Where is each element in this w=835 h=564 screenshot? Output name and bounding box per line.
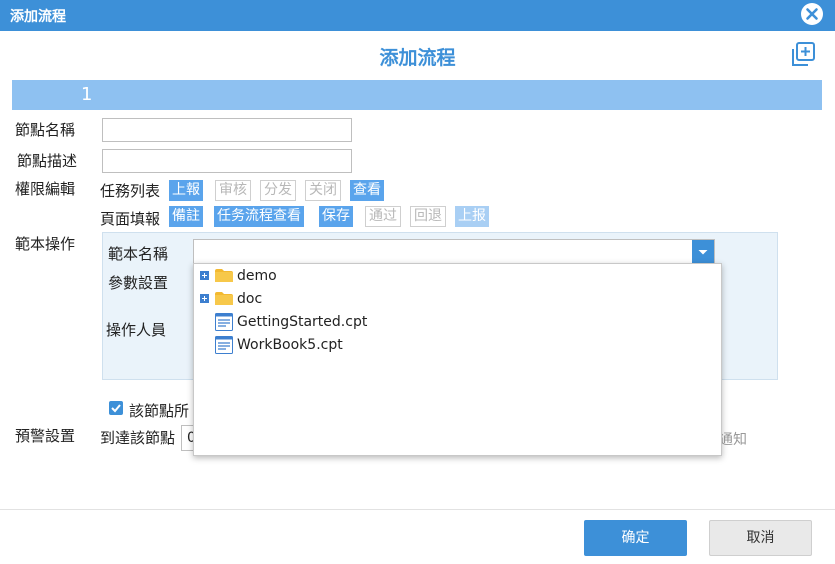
template-name-label: 範本名稱 bbox=[108, 245, 169, 263]
expand-icon[interactable] bbox=[200, 271, 209, 280]
add-copy-icon bbox=[792, 42, 815, 66]
tree-item-label: WorkBook5.cpt bbox=[237, 337, 343, 353]
operator-label: 操作人員 bbox=[106, 321, 167, 339]
node-name-input[interactable] bbox=[102, 118, 352, 142]
check-icon bbox=[111, 404, 121, 413]
confirm-button[interactable]: 确定 bbox=[584, 520, 687, 556]
save-button[interactable]: 保存 bbox=[319, 206, 353, 227]
template-dropdown: demo doc GettingStarted.cpt WorkBook5.cp… bbox=[193, 263, 722, 456]
title-bar: 添加流程 bbox=[0, 0, 835, 31]
window-title: 添加流程 bbox=[10, 9, 66, 25]
task-view-button[interactable]: 查看 bbox=[350, 180, 384, 201]
folder-icon bbox=[215, 292, 233, 305]
template-name-select[interactable] bbox=[193, 239, 715, 264]
warning-label: 預警設置 bbox=[15, 427, 76, 445]
node-desc-label: 節點描述 bbox=[17, 152, 78, 170]
template-dropdown-toggle[interactable] bbox=[692, 240, 714, 263]
dialog-heading: 添加流程 bbox=[379, 47, 456, 69]
flow-view-button[interactable]: 任务流程查看 bbox=[214, 206, 304, 227]
submit-report-button[interactable]: 上报 bbox=[455, 206, 489, 227]
notify-label: 通知 bbox=[719, 432, 747, 448]
close-button[interactable] bbox=[801, 3, 823, 25]
task-list-label: 任務列表 bbox=[100, 182, 161, 200]
cancel-button[interactable]: 取消 bbox=[709, 520, 812, 556]
chevron-down-icon bbox=[698, 250, 708, 255]
task-close-button[interactable]: 关闭 bbox=[305, 180, 341, 201]
node-desc-input[interactable] bbox=[102, 149, 352, 173]
report-file-icon bbox=[215, 336, 233, 354]
page-fill-label: 頁面填報 bbox=[100, 210, 161, 228]
task-review-button[interactable]: 审核 bbox=[215, 180, 251, 201]
tree-item-label: GettingStarted.cpt bbox=[237, 314, 368, 330]
node-checkbox[interactable] bbox=[109, 401, 123, 415]
footer-divider bbox=[0, 509, 835, 510]
close-icon bbox=[806, 8, 818, 20]
node-name-label: 節點名稱 bbox=[15, 121, 76, 139]
step-bar: 1 bbox=[12, 80, 822, 110]
add-step-button[interactable] bbox=[790, 41, 816, 72]
param-settings-label: 參數設置 bbox=[108, 274, 169, 292]
task-distribute-button[interactable]: 分发 bbox=[260, 180, 296, 201]
expand-icon[interactable] bbox=[200, 294, 209, 303]
tree-item-label: demo bbox=[237, 268, 277, 284]
step-number: 1 bbox=[81, 84, 93, 105]
tree-item-label: doc bbox=[237, 291, 263, 307]
task-report-button[interactable]: 上報 bbox=[169, 180, 203, 201]
checkbox-label: 該節點所 bbox=[129, 402, 190, 420]
template-op-label: 範本操作 bbox=[15, 235, 76, 253]
approve-button[interactable]: 通过 bbox=[365, 206, 401, 227]
remark-button[interactable]: 備註 bbox=[169, 206, 203, 227]
arrive-label: 到達該節點 bbox=[100, 429, 176, 447]
permission-label: 權限編輯 bbox=[15, 180, 76, 198]
report-file-icon bbox=[215, 313, 233, 331]
rollback-button[interactable]: 回退 bbox=[410, 206, 446, 227]
folder-icon bbox=[215, 269, 233, 282]
